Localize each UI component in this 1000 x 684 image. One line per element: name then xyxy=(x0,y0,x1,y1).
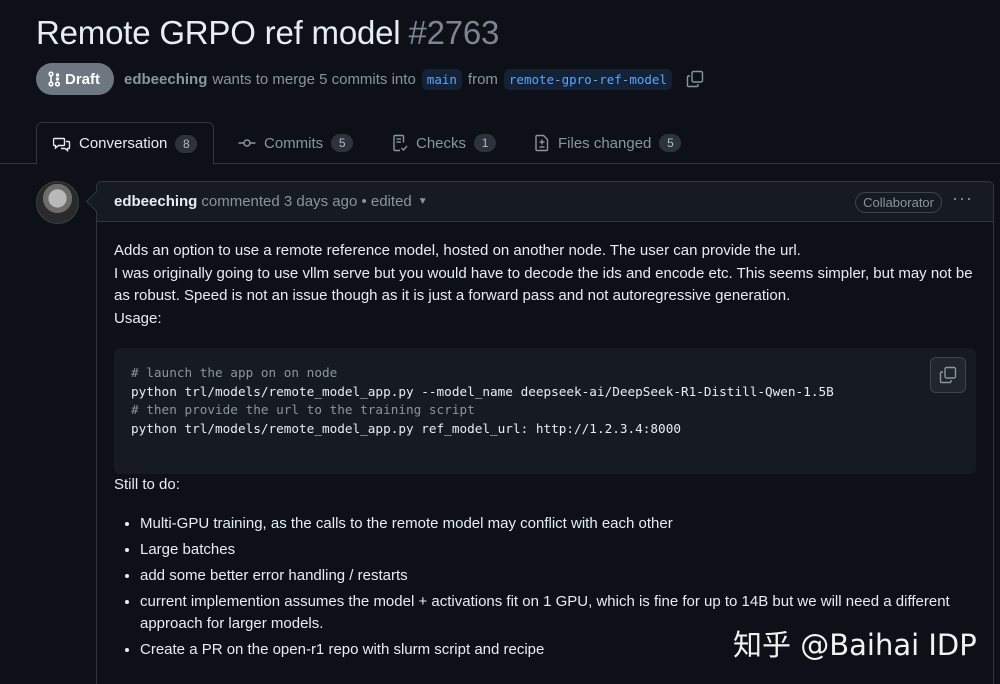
draft-badge: Draft xyxy=(36,63,115,95)
code-line: python trl/models/remote_model_app.py re… xyxy=(131,420,681,436)
tab-commits-label: Commits xyxy=(264,134,324,152)
collaborator-badge: Collaborator xyxy=(855,192,942,213)
pr-author-link[interactable]: edbeeching xyxy=(124,71,207,88)
tab-conversation-label: Conversation xyxy=(79,135,168,152)
list-item: Large batches xyxy=(140,539,976,562)
code-line: # then provide the url to the training s… xyxy=(131,402,475,417)
todo-heading: Still to do: xyxy=(114,476,180,493)
code-line: python trl/models/remote_model_app.py --… xyxy=(131,383,834,399)
edited-dropdown[interactable]: • edited xyxy=(361,193,411,210)
avatar[interactable] xyxy=(36,181,79,224)
comment-paragraph: Adds an option to use a remote reference… xyxy=(114,242,801,259)
from-text: from xyxy=(467,70,498,88)
comment-box: edbeeching commented 3 days ago • edited… xyxy=(96,181,994,684)
comment-header: edbeeching commented 3 days ago • edited… xyxy=(97,182,993,222)
tab-checks[interactable]: Checks 1 xyxy=(376,122,512,164)
tab-commits-count: 5 xyxy=(331,134,354,152)
list-item: add some better error handling / restart… xyxy=(140,565,976,588)
checklist-icon xyxy=(393,134,408,152)
copy-code-button[interactable] xyxy=(930,357,966,393)
code-line: # launch the app on on node xyxy=(131,365,338,380)
tab-files-changed-label: Files changed xyxy=(558,134,652,152)
tab-conversation-count: 8 xyxy=(175,134,198,153)
copy-branch-button[interactable] xyxy=(686,70,704,88)
comment-author-link[interactable]: edbeeching xyxy=(114,193,197,210)
pr-title-row: Remote GRPO ref model #2763 xyxy=(36,14,499,52)
git-pull-request-draft-icon xyxy=(48,71,60,87)
draft-label: Draft xyxy=(65,70,101,88)
tab-conversation[interactable]: Conversation 8 xyxy=(36,122,215,165)
tab-checks-count: 1 xyxy=(474,134,497,152)
base-branch[interactable]: main xyxy=(421,68,462,90)
comment-discussion-icon xyxy=(53,137,71,152)
comment-body: Adds an option to use a remote reference… xyxy=(97,222,993,683)
tab-files-changed[interactable]: Files changed 5 xyxy=(518,122,697,164)
merge-text: wants to merge 5 commits into xyxy=(212,70,416,88)
file-diff-icon xyxy=(535,134,549,152)
head-branch[interactable]: remote-gpro-ref-model xyxy=(503,68,672,90)
pr-tabs: Conversation 8 Commits 5 Checks 1 Files … xyxy=(0,122,1000,165)
comment-timestamp[interactable]: commented 3 days ago xyxy=(201,193,357,210)
watermark: 知乎 @Baihai IDP xyxy=(733,628,977,662)
git-commit-icon xyxy=(238,139,256,147)
pr-title: Remote GRPO ref model xyxy=(36,14,401,51)
tab-commits[interactable]: Commits 5 xyxy=(222,122,369,164)
tab-checks-label: Checks xyxy=(416,134,467,152)
list-item: Multi-GPU training, as the calls to the … xyxy=(140,513,976,536)
comment-paragraph: I was originally going to use vllm serve… xyxy=(114,264,973,305)
code-block: # launch the app on on node python trl/mo… xyxy=(114,348,976,474)
pr-meta: Draft edbeeching wants to merge 5 commit… xyxy=(36,63,704,95)
comment-paragraph: Usage: xyxy=(114,309,162,327)
copy-icon xyxy=(686,70,704,88)
chevron-down-icon[interactable]: ▼ xyxy=(418,196,428,207)
pr-number: #2763 xyxy=(408,14,500,51)
kebab-menu-icon[interactable]: ··· xyxy=(952,188,973,209)
copy-icon xyxy=(939,366,957,384)
tab-files-changed-count: 5 xyxy=(659,134,682,152)
